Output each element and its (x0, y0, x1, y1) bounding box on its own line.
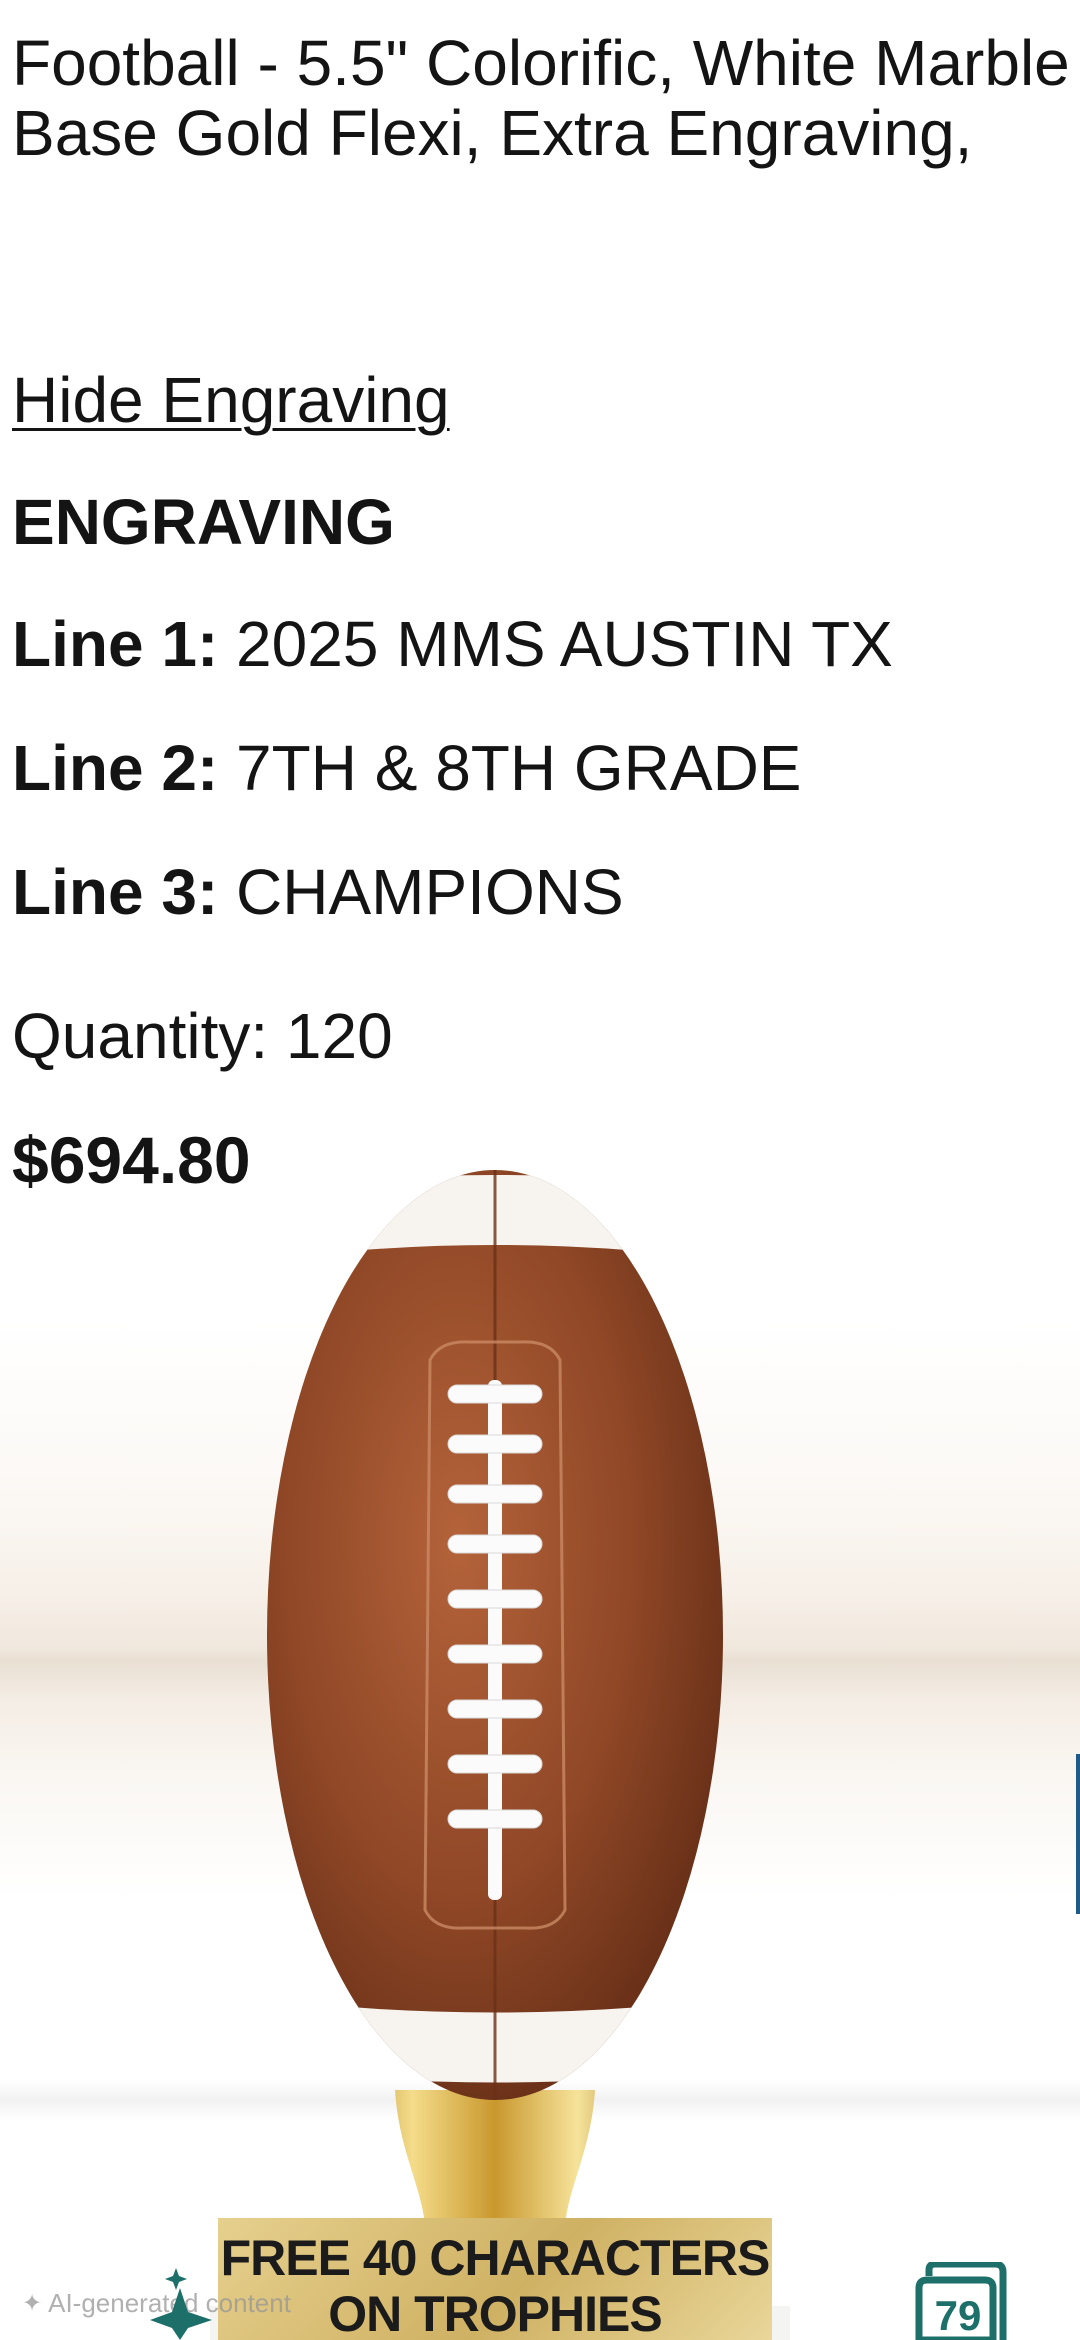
tabs-counter-icon[interactable]: 79 (915, 2260, 1011, 2340)
trophy-plaque: FREE 40 CHARACTERS ON TROPHIES (218, 2218, 772, 2340)
sparkle-icon[interactable] (150, 2268, 220, 2340)
plaque-line-2: ON TROPHIES (328, 2286, 662, 2340)
engraving-heading: ENGRAVING (12, 486, 395, 558)
engraving-line-label: Line 3: (12, 856, 219, 928)
tabs-count: 79 (934, 2292, 982, 2339)
plaque-line-1: FREE 40 CHARACTERS (220, 2230, 771, 2286)
engraving-line-value: 2025 MMS AUSTIN TX (236, 608, 893, 680)
hide-engraving-link[interactable]: Hide Engraving (12, 362, 450, 438)
engraving-line-3: Line 3: CHAMPIONS (12, 854, 624, 930)
engraving-line-label: Line 2: (12, 732, 219, 804)
product-detail-page: Football - 5.5" Colorific, White Marble … (0, 0, 1080, 2340)
price: $694.80 (12, 1123, 251, 1197)
engraving-line-label: Line 1: (12, 608, 219, 680)
engraving-line-value: 7TH & 8TH GRADE (236, 732, 802, 804)
football-trophy-illustration (210, 1170, 790, 2340)
scroll-edge-indicator (1076, 1754, 1080, 1914)
engraving-line-1: Line 1: 2025 MMS AUSTIN TX (12, 606, 893, 682)
product-image[interactable] (0, 1080, 1080, 2340)
engraving-line-value: CHAMPIONS (236, 856, 624, 928)
engraving-line-2: Line 2: 7TH & 8TH GRADE (12, 730, 801, 806)
product-title: Football - 5.5" Colorific, White Marble … (12, 27, 1070, 169)
quantity-text: Quantity: 120 (12, 1000, 393, 1072)
ai-sparkle-icon: ✦ (22, 2290, 43, 2317)
